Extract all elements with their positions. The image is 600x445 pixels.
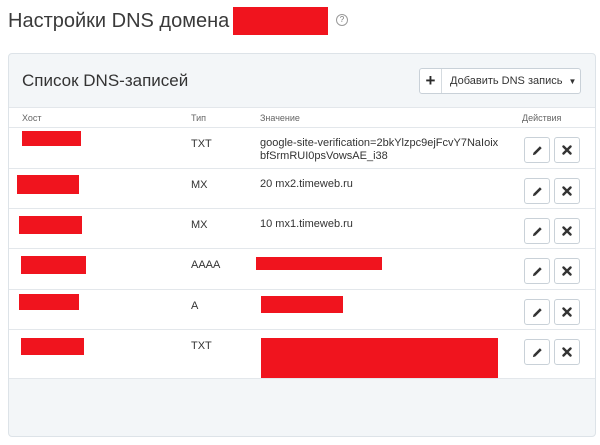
redacted-host (22, 131, 81, 146)
edit-record-button[interactable] (524, 178, 550, 204)
record-value-line: 20 mx2.timeweb.ru (260, 178, 353, 190)
close-icon (562, 266, 572, 276)
edit-record-button[interactable] (524, 137, 550, 163)
record-value: google-site-verification=2bkYlzpc9ejFcvY… (260, 137, 498, 163)
redacted-host (21, 338, 84, 355)
panel-title: Список DNS-записей (22, 71, 189, 90)
pencil-icon (532, 186, 542, 196)
redacted-value (261, 296, 343, 313)
add-dns-record-button[interactable]: + Добавить DNS запись ▼ (419, 68, 581, 94)
record-value-line: bfSrmRUI0psVowsAE_i38 (260, 150, 388, 162)
column-actions: Действия (522, 113, 562, 123)
page-title: Настройки DNS домена (8, 9, 230, 32)
close-icon (562, 145, 572, 155)
table-row: TXT google-site-verification=2bkYlzpc9ej… (9, 128, 595, 169)
pencil-icon (532, 307, 542, 317)
close-icon (562, 307, 572, 317)
chevron-down-icon: ▼ (568, 76, 577, 86)
panel-header: Список DNS-записей + Добавить DNS запись… (9, 54, 595, 107)
table-row: TXT (9, 330, 595, 379)
edit-record-button[interactable] (524, 299, 550, 325)
table-row: MX 10 mx1.timeweb.ru (9, 209, 595, 249)
redacted-domain (233, 7, 329, 35)
record-type: AAAA (191, 259, 221, 271)
close-icon (562, 186, 572, 196)
pencil-icon (532, 226, 542, 236)
delete-record-button[interactable] (554, 137, 580, 163)
dns-records-panel: Список DNS-записей + Добавить DNS запись… (8, 53, 596, 437)
table-row: MX 20 mx2.timeweb.ru (9, 169, 595, 209)
record-type: TXT (191, 340, 212, 352)
record-value-line: google-site-verification=2bkYlzpc9ejFcvY… (260, 137, 499, 149)
pencil-icon (532, 145, 542, 155)
redacted-host (19, 294, 79, 310)
record-type: A (191, 300, 199, 312)
pencil-icon (532, 266, 542, 276)
delete-record-button[interactable] (554, 178, 580, 204)
edit-record-button[interactable] (524, 258, 550, 284)
redacted-host (19, 216, 82, 234)
redacted-value (256, 257, 382, 270)
record-value: 20 mx2.timeweb.ru (260, 178, 353, 191)
delete-record-button[interactable] (554, 218, 580, 244)
record-value: 10 mx1.timeweb.ru (260, 218, 353, 231)
redacted-host (21, 256, 86, 274)
column-host: Хост (22, 113, 42, 123)
close-icon (562, 347, 572, 357)
redacted-value (261, 338, 498, 378)
record-type: MX (191, 219, 208, 231)
pencil-icon (532, 347, 542, 357)
column-value: Значение (260, 113, 300, 123)
close-icon (562, 226, 572, 236)
column-type: Тип (191, 113, 207, 123)
record-type: TXT (191, 138, 212, 150)
page-header: Настройки DNS домена (8, 6, 329, 36)
plus-icon: + (420, 69, 442, 93)
redacted-host (17, 175, 79, 194)
edit-record-button[interactable] (524, 339, 550, 365)
table-header: Хост Тип Значение Действия (9, 108, 595, 128)
table-row: A (9, 290, 595, 330)
add-dns-record-label: Добавить DNS запись (450, 75, 563, 87)
delete-record-button[interactable] (554, 339, 580, 365)
edit-record-button[interactable] (524, 218, 550, 244)
question-circle-icon[interactable]: ? (336, 14, 348, 26)
delete-record-button[interactable] (554, 299, 580, 325)
record-value-line: 10 mx1.timeweb.ru (260, 218, 353, 230)
record-type: MX (191, 179, 208, 191)
delete-record-button[interactable] (554, 258, 580, 284)
dns-records-table: Хост Тип Значение Действия TXT google-si… (9, 107, 595, 379)
table-row: AAAA (9, 249, 595, 290)
